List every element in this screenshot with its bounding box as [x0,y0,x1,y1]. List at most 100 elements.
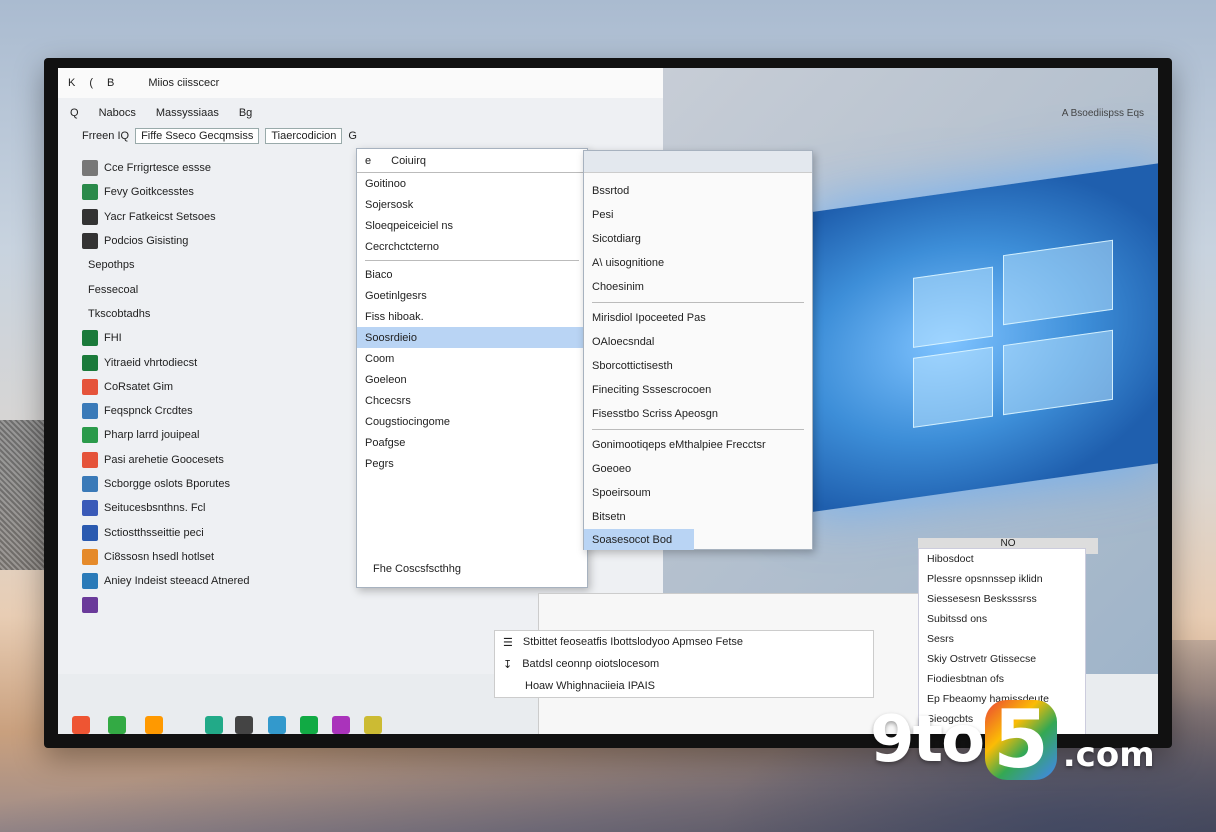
sidebar-item-label: Yacr Fatkeicst Setsoes [104,210,216,223]
sidebar: Cce Frrigrtesce essse Fevy Goitkcesstes Ya… [82,156,362,618]
sidebar-item[interactable]: CoRsatet Gim [82,375,362,399]
taskbar-app-2-icon[interactable] [108,716,126,734]
context-menu-1: e Coiuirq Goitinoo Sojersosk Sloeqpeiceicie… [356,148,588,588]
nav-item-2[interactable]: Massyssiaas [156,107,219,119]
sidebar-item[interactable]: Scborgge oslots Bporutes [82,472,362,496]
app-icon [82,451,98,468]
menu2-item[interactable]: A\ uisognitione [584,251,812,275]
sidebar-item[interactable]: Tkscobtadhs [82,302,362,326]
window-title: Miios ciisscecr [148,77,220,89]
menu1-item[interactable]: Biaco [357,264,587,285]
sidebar-item[interactable]: Podcios Gisisting [82,229,362,253]
sidebar-item-label: Cce Frrigrtesce essse [104,162,211,175]
app-icon [82,476,98,492]
taskbar-app-3-icon[interactable] [145,716,163,734]
pen-icon [82,233,98,250]
menu1-item[interactable]: Fiss hiboak. [357,306,587,327]
menu1-item[interactable]: Chcecsrs [357,390,587,411]
sidebar-item[interactable]: FHI [82,326,362,350]
menu1-item[interactable]: Goitinoo [357,173,587,194]
popup-item[interactable]: Hibosdoct [919,549,1085,569]
menu2-item[interactable]: Choesinim [584,275,812,299]
taskbar-app-1-icon[interactable] [72,716,90,734]
menu1-item[interactable]: Soosrdieio [357,327,587,348]
menu2-item[interactable]: Gonimootiqeps eMthalpiee Frecctsr [584,433,812,457]
watermark-logo: 9to 5 .com [870,693,1155,786]
sidebar-item[interactable]: Feqspnck Crcdtes [82,399,362,423]
menu2-item[interactable]: OAloecsndal [584,330,812,354]
nav-item-3[interactable]: Bg [239,107,252,119]
sidebar-item-label: FHI [104,332,122,345]
folder-icon [82,330,98,347]
taskbar-app-7-icon[interactable] [300,716,318,734]
forward-icon[interactable]: ( [89,77,93,89]
menu1-footer[interactable]: Fhe Coscsfscthhg [365,558,461,579]
menu2-item[interactable]: Fisesstbo Scriss Apeosgn [584,402,812,426]
address-prefix[interactable]: Frreen IQ [82,130,129,142]
bp-row-2[interactable]: ↧ Batdsl ceonnp oiotslocesom [495,653,873,675]
sidebar-item[interactable]: Yacr Fatkeicst Setsoes [82,205,362,229]
bp-row-3[interactable]: Hoaw Whighnaciieia IPAIS [495,675,873,697]
menu1-item[interactable]: Sloeqpeiceiciel ns [357,215,587,236]
menu2-item[interactable]: Mirisdiol Ipoceeted Pas [584,306,812,330]
address-path[interactable]: Fiffe Sseco Gecqmsiss [135,128,260,144]
menu1-item[interactable]: Goetinlgesrs [357,285,587,306]
menu2-item[interactable]: Sicotdiarg [584,227,812,251]
sidebar-item[interactable]: Cce Frrigrtesce essse [82,156,362,180]
popup-item[interactable]: Plessre opsnnssep iklidn [919,569,1085,589]
context-menu-2: Bssrtod Pesi Sicotdiarg A\ uisognitione Choe… [583,150,813,550]
app-icon [82,378,98,395]
menu2-item[interactable]: Bssrtod [584,179,812,203]
popup-item[interactable]: Sesrs [919,629,1085,649]
popup-item[interactable]: Siessesesn Besksssrss [919,589,1085,609]
nav-item-1[interactable]: Nabocs [99,107,136,119]
app-icon [82,403,98,420]
sidebar-item[interactable]: Sctiostthsseittie peci [82,520,362,544]
popup-item[interactable]: Subitssd ons [919,609,1085,629]
sidebar-item[interactable]: Ci8ssosn hsedl hotlset [82,545,362,569]
search-icon[interactable]: Q [70,107,79,119]
back-icon[interactable]: K [68,77,75,89]
windows-logo-icon [803,162,1158,514]
sidebar-item[interactable]: Yitraeid vhrtodiecst [82,350,362,374]
menu1-item[interactable]: Coom [357,348,587,369]
menu2-item[interactable]: Goeoeo [584,457,812,481]
sidebar-item[interactable]: Aniey Indeist steeacd Atnered [82,569,362,593]
taskbar-app-4-icon[interactable] [205,716,223,734]
sidebar-item[interactable]: Seitucesbsnthns. Fcl [82,496,362,520]
sidebar-item[interactable]: Pharp larrd jouipeal [82,423,362,447]
menu1-item[interactable]: Goeleon [357,369,587,390]
menu1-item[interactable]: Sojersosk [357,194,587,215]
taskbar-app-5-icon[interactable] [235,716,253,734]
menu1-item[interactable]: Cougstiocingome [357,411,587,432]
menu2-item[interactable]: Spoeirsoum [584,481,812,505]
bp-row-1[interactable]: ☰ Stbittet feoseatfis Ibottslodyoo Apmseo… [495,631,873,653]
taskbar-app-6-icon[interactable] [268,716,286,734]
menu2-item[interactable]: Pesi [584,203,812,227]
menu2-item[interactable]: Sborcottictisesth [584,354,812,378]
sidebar-item[interactable]: Pasi arehetie Goocesets [82,448,362,472]
menu1-item[interactable]: Pegrs [357,453,587,474]
sidebar-item-label: Scborgge oslots Bporutes [104,478,230,490]
taskbar-app-8-icon[interactable] [332,716,350,734]
menu1-item[interactable]: Cecrchctcterno [357,236,587,257]
app-icon [82,548,98,565]
leaf-icon [82,184,98,201]
taskbar-app-9-icon[interactable] [364,716,382,734]
sidebar-item-label: Fevy Goitkcesstes [104,186,194,199]
address-trail[interactable]: Tiaercodicion [265,128,343,144]
popup-item[interactable]: Fiodiesbtnan ofs [919,669,1085,689]
menu2-item[interactable]: Fineciting Sssescrocoen [584,378,812,402]
app-icon [82,427,98,444]
menu2-item[interactable]: Bitsetn [584,505,812,529]
sidebar-item-label: Sctiostthsseittie peci [104,526,204,539]
sidebar-item[interactable] [82,593,362,617]
menu2-selected-item[interactable]: Soasesocot Bod [584,529,694,550]
menu1-header[interactable]: e Coiuirq [357,149,587,173]
menu1-item[interactable]: Poafgse [357,432,587,453]
address-end-icon[interactable]: G [348,130,357,142]
sidebar-item[interactable]: Fevy Goitkcesstes [82,180,362,204]
sidebar-item[interactable]: Sepothps [82,253,362,277]
popup-item[interactable]: Skiy Ostrvetr Gtissecse [919,649,1085,669]
sidebar-item[interactable]: Fessecoal [82,277,362,301]
